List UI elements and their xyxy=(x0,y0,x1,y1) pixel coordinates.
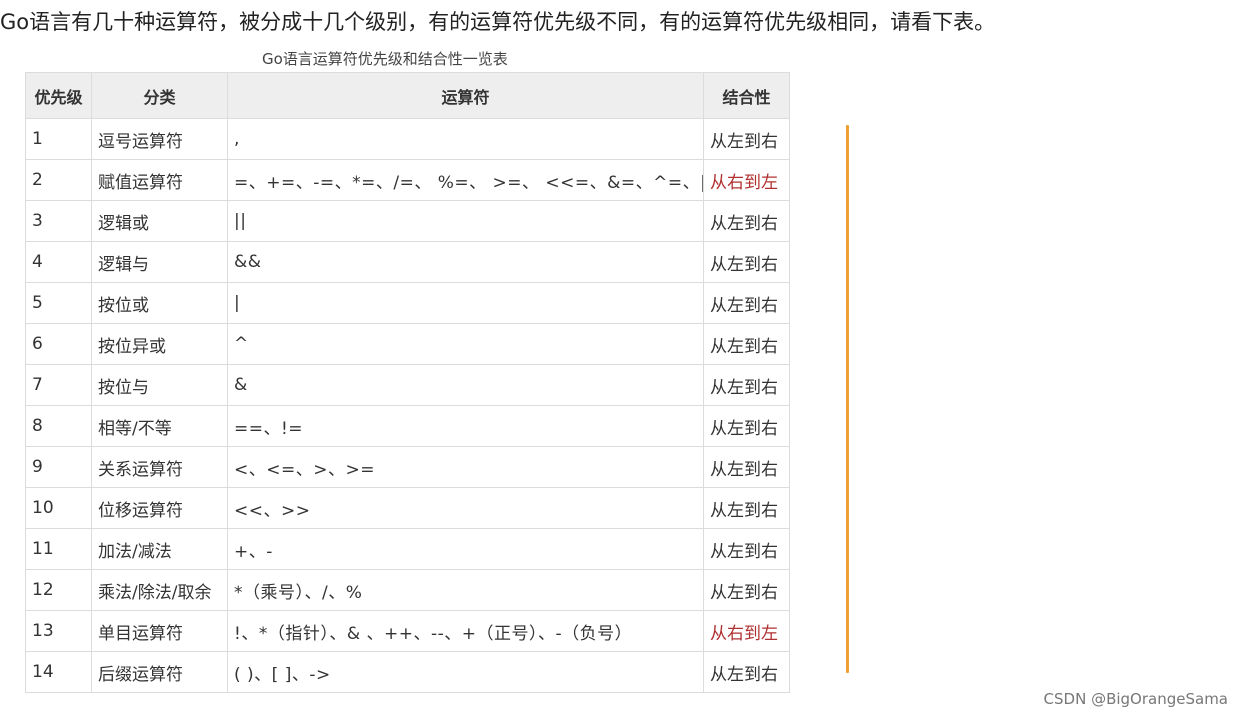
cell-associativity: 从左到右 xyxy=(703,282,790,324)
cell-operators: !、*（指针）、& 、++、--、+（正号）、-（负号） xyxy=(227,610,704,652)
header-associativity: 结合性 xyxy=(703,72,790,119)
cell-associativity: 从左到右 xyxy=(703,651,790,693)
cell-operators: *（乘号）、/、% xyxy=(227,569,704,611)
cell-category: 按位异或 xyxy=(91,323,228,365)
cell-associativity: 从左到右 xyxy=(703,323,790,365)
cell-associativity: 从左到右 xyxy=(703,528,790,570)
intro-text: Go语言有几十种运算符，被分成十几个级别，有的运算符优先级不同，有的运算符优先级… xyxy=(0,10,996,34)
precedence-table-container: 优先级 分类 运算符 结合性 1 逗号运算符, 从左到右 2 赋值运算符 =、+=、-=、… xyxy=(25,72,790,693)
cell-level: 4 xyxy=(25,241,92,283)
cell-associativity: 从左到右 xyxy=(703,446,790,488)
cell-operators: & xyxy=(227,364,704,406)
cell-associativity: 从左到右 xyxy=(703,487,790,529)
table-caption: Go语言运算符优先级和结合性一览表 xyxy=(262,50,508,68)
header-level: 优先级 xyxy=(25,72,92,119)
table-row: 7 按位与 & 从左到右 xyxy=(25,364,790,406)
cell-operators: ^ xyxy=(227,323,704,365)
table-row: 5 按位或 | 从左到右 xyxy=(25,282,790,324)
cell-level: 3 xyxy=(25,200,92,242)
cell-level: 9 xyxy=(25,446,92,488)
cell-level: 11 xyxy=(25,528,92,570)
cell-category: 乘法/除法/取余 xyxy=(91,569,228,611)
table-row: 3 逻辑或 || 从左到右 xyxy=(25,200,790,242)
table-row: 9 关系运算符 <、<=、>、>= 从左到右 xyxy=(25,446,790,488)
cell-level: 7 xyxy=(25,364,92,406)
table-row: 2 赋值运算符 =、+=、-=、*=、/=、 %=、 >=、 <<=、&=、^=、|… xyxy=(25,159,790,201)
cell-operators: <<、>> xyxy=(227,487,704,529)
cell-operators: <、<=、>、>= xyxy=(227,446,704,488)
table-header-row: 优先级 分类 运算符 结合性 xyxy=(25,72,790,119)
cell-level: 2 xyxy=(25,159,92,201)
cell-level: 1 xyxy=(25,118,92,160)
cell-operators: && xyxy=(227,241,704,283)
cell-category: 按位或 xyxy=(91,282,228,324)
cell-associativity: 从左到右 xyxy=(703,200,790,242)
cell-operators: || xyxy=(227,200,704,242)
table-body: 1 逗号运算符, 从左到右 2 赋值运算符 =、+=、-=、*=、/=、 %=、 >=、 … xyxy=(25,118,790,693)
cell-category: 按位与 xyxy=(91,364,228,406)
cell-level: 8 xyxy=(25,405,92,447)
cell-category: 相等/不等 xyxy=(91,405,228,447)
cell-level: 5 xyxy=(25,282,92,324)
cell-category: 位移运算符 xyxy=(91,487,228,529)
cell-level: 14 xyxy=(25,651,92,693)
cell-associativity: 从左到右 xyxy=(703,364,790,406)
cell-category: 关系运算符 xyxy=(91,446,228,488)
cell-level: 6 xyxy=(25,323,92,365)
cell-category: 逗号运算符 xyxy=(91,118,228,160)
cell-category: 加法/减法 xyxy=(91,528,228,570)
cell-category: 赋值运算符 xyxy=(91,159,228,201)
cell-level: 10 xyxy=(25,487,92,529)
header-operators: 运算符 xyxy=(227,72,704,119)
cell-associativity: 从右到左 xyxy=(703,159,790,201)
table-row: 12 乘法/除法/取余 *（乘号）、/、% 从左到右 xyxy=(25,569,790,611)
cell-associativity: 从左到右 xyxy=(703,569,790,611)
table-row: 1 逗号运算符, 从左到右 xyxy=(25,118,790,160)
cell-operators: ==、!= xyxy=(227,405,704,447)
header-category: 分类 xyxy=(91,72,228,119)
cell-associativity: 从右到左 xyxy=(703,610,790,652)
cell-category: 逻辑与 xyxy=(91,241,228,283)
cell-level: 13 xyxy=(25,610,92,652)
table-row: 11 加法/减法 +、- 从左到右 xyxy=(25,528,790,570)
cell-category: 单目运算符 xyxy=(91,610,228,652)
cell-operators: ( )、[ ]、-> xyxy=(227,651,704,693)
cell-associativity: 从左到右 xyxy=(703,118,790,160)
cell-category: 后缀运算符 xyxy=(91,651,228,693)
table-row: 4 逻辑与 && 从左到右 xyxy=(25,241,790,283)
table-row: 6 按位异或 ^ 从左到右 xyxy=(25,323,790,365)
cell-associativity: 从左到右 xyxy=(703,405,790,447)
cell-associativity: 从左到右 xyxy=(703,241,790,283)
watermark: CSDN @BigOrangeSama xyxy=(1043,690,1228,708)
cell-operators: | xyxy=(227,282,704,324)
table-row: 13 单目运算符 !、*（指针）、& 、++、--、+（正号）、-（负号） 从右到左 xyxy=(25,610,790,652)
cell-operators: , xyxy=(227,118,704,160)
precedence-table: 优先级 分类 运算符 结合性 1 逗号运算符, 从左到右 2 赋值运算符 =、+=、-=、… xyxy=(25,72,790,693)
accent-divider-line xyxy=(846,125,849,673)
cell-level: 12 xyxy=(25,569,92,611)
cell-operators: =、+=、-=、*=、/=、 %=、 >=、 <<=、&=、^=、|= xyxy=(227,159,704,201)
cell-operators: +、- xyxy=(227,528,704,570)
table-row: 10 位移运算符 <<、>> 从左到右 xyxy=(25,487,790,529)
table-row: 8 相等/不等 ==、!= 从左到右 xyxy=(25,405,790,447)
table-row: 14 后缀运算符( )、[ ]、-> 从左到右 xyxy=(25,651,790,693)
cell-category: 逻辑或 xyxy=(91,200,228,242)
